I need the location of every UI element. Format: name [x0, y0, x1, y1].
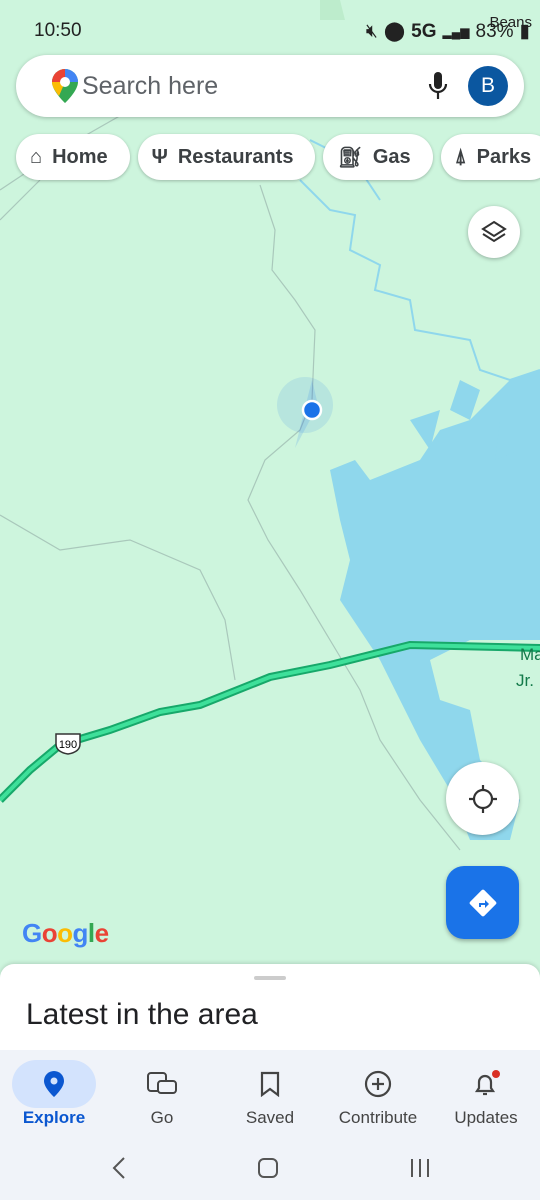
status-bar: 10:50 🔇︎ ⬤ 5G ▂▄▆ 83% ▮ Beans [0, 14, 540, 44]
home-icon: ⌂ [30, 145, 43, 168]
search-bar[interactable]: Search here B [16, 55, 524, 117]
route-shield: 190 [55, 733, 81, 755]
search-input[interactable]: Search here [82, 72, 218, 101]
layers-button[interactable] [468, 206, 520, 258]
category-chips: ⌂ Home Ψ Restaurants ⛽︎ Gas ⍋ Parks [16, 134, 540, 180]
map-label: Ma [520, 645, 540, 664]
bottom-sheet[interactable]: Latest in the area [0, 964, 540, 1054]
signal-icon: ▂▄▆ [442, 24, 470, 39]
sheet-title: Latest in the area [26, 998, 258, 1031]
crosshair-icon [468, 784, 497, 813]
location-icon: ⬤ [383, 21, 406, 42]
avatar[interactable]: B [468, 66, 508, 106]
gas-station-icon: ⛽︎ [337, 146, 363, 169]
current-location-dot [301, 399, 323, 421]
back-icon[interactable] [112, 1157, 125, 1179]
svg-text:190: 190 [59, 739, 77, 751]
directions-button[interactable] [446, 866, 519, 939]
chip-gas[interactable]: ⛽︎ Gas [323, 134, 433, 180]
system-nav-bar [0, 1155, 540, 1186]
my-location-button[interactable] [446, 762, 519, 835]
tree-icon: ⍋ [454, 145, 467, 168]
google-maps-pin-icon [52, 69, 78, 103]
tab-saved[interactable]: Saved [216, 1050, 324, 1128]
restaurant-icon: Ψ [151, 145, 168, 168]
chip-home[interactable]: ⌂ Home [16, 134, 130, 180]
network-label: 5G [411, 20, 437, 42]
status-time: 10:50 [34, 20, 82, 41]
overlay-text: Beans [489, 14, 532, 31]
directions-icon [469, 889, 496, 916]
chip-parks[interactable]: ⍋ Parks [440, 134, 540, 180]
mute-icon: 🔇︎ [365, 20, 378, 42]
microphone-icon[interactable] [428, 71, 448, 101]
tab-explore[interactable]: Explore [0, 1050, 108, 1128]
chip-restaurants[interactable]: Ψ Restaurants [137, 134, 316, 180]
drag-handle[interactable] [254, 976, 286, 980]
tab-updates[interactable]: Updates [432, 1050, 540, 1128]
layers-icon [481, 220, 507, 243]
tab-go[interactable]: Go [108, 1050, 216, 1128]
map-label: Jr. [516, 671, 534, 690]
recents-icon[interactable] [411, 1159, 429, 1177]
home-nav-icon[interactable] [258, 1158, 278, 1178]
location-pin-icon [44, 1071, 64, 1097]
tab-contribute[interactable]: Contribute [324, 1050, 432, 1128]
add-circle-icon [364, 1070, 392, 1098]
bookmark-icon [260, 1071, 280, 1097]
commute-icon [147, 1072, 177, 1094]
notification-badge [492, 1070, 500, 1078]
google-logo: Google [22, 918, 109, 948]
bell-icon [474, 1070, 500, 1096]
